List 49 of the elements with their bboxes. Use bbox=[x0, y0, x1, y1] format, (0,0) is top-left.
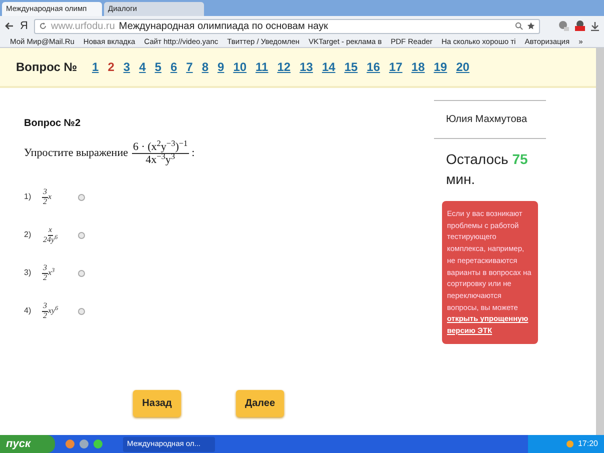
question-link[interactable]: 15 bbox=[344, 58, 358, 76]
question-link[interactable]: 16 bbox=[366, 58, 380, 76]
start-button[interactable]: пуск bbox=[0, 435, 55, 453]
page-title: Международная олимпиада по основам наук bbox=[118, 20, 329, 34]
back-icon[interactable] bbox=[4, 21, 14, 31]
address-field[interactable]: www.urfodu.ru Международная олимпиада по основам наук bbox=[34, 18, 540, 34]
option-number: 2) bbox=[24, 229, 32, 242]
search-icon[interactable] bbox=[515, 22, 523, 30]
option-number: 4) bbox=[24, 305, 32, 318]
radio-button[interactable] bbox=[78, 194, 85, 201]
question-link[interactable]: 20 bbox=[456, 58, 470, 76]
question-link[interactable]: 11 bbox=[256, 58, 268, 76]
question-prompt: Упростите выражение bbox=[24, 146, 128, 162]
question-link[interactable]: 8 bbox=[202, 58, 208, 76]
question-heading: Вопрос №2 bbox=[24, 117, 82, 131]
radio-button[interactable] bbox=[78, 270, 85, 277]
question-link[interactable]: 6 bbox=[170, 58, 178, 76]
question-link[interactable]: 12 bbox=[277, 58, 291, 76]
option-expression: x 24y$^{6}$ bbox=[42, 226, 59, 244]
nav-button[interactable]: Далее bbox=[236, 390, 284, 417]
question-link[interactable]: 18 bbox=[411, 58, 425, 76]
domain-text: www.urfodu.ru bbox=[51, 20, 115, 34]
math-expression: 6 · (x$^{2}$y$^{−3}$)$^{−1}$ 4x$^{−3}$y$^{3}$ : bbox=[132, 141, 195, 166]
question-link[interactable]: 13 bbox=[300, 58, 313, 76]
radio-button[interactable] bbox=[78, 308, 85, 315]
question-link[interactable]: 9 bbox=[218, 58, 224, 76]
nav-button[interactable]: Назад bbox=[133, 390, 181, 417]
question-link[interactable]: 19 bbox=[434, 58, 448, 76]
question-link[interactable]: 3 bbox=[123, 58, 130, 76]
radio-button[interactable] bbox=[78, 232, 85, 239]
question-link[interactable]: 17 bbox=[389, 58, 402, 76]
question-link[interactable]: 2 bbox=[108, 58, 114, 76]
question-link[interactable]: 7 bbox=[186, 58, 193, 76]
question-link[interactable]: 14 bbox=[322, 58, 336, 76]
scrollbar[interactable] bbox=[596, 48, 604, 435]
option-number: 1) bbox=[24, 191, 32, 204]
reload-icon[interactable] bbox=[39, 22, 47, 30]
option-number: 3) bbox=[24, 267, 32, 280]
question-link[interactable]: 4 bbox=[139, 58, 146, 76]
question-link[interactable]: 5 bbox=[154, 58, 162, 76]
clock: 17:20 bbox=[578, 438, 598, 450]
time-left: Осталось 75 мин. bbox=[445, 150, 529, 189]
user-name: Юлия Махмутова bbox=[445, 113, 528, 127]
question-link[interactable]: 10 bbox=[233, 58, 247, 76]
browser-logo[interactable]: Я bbox=[18, 18, 30, 34]
nav-label: Вопрос № bbox=[16, 59, 78, 76]
download-icon[interactable] bbox=[590, 21, 600, 31]
star-icon[interactable] bbox=[527, 22, 535, 30]
question-link[interactable]: 1 bbox=[92, 58, 99, 76]
